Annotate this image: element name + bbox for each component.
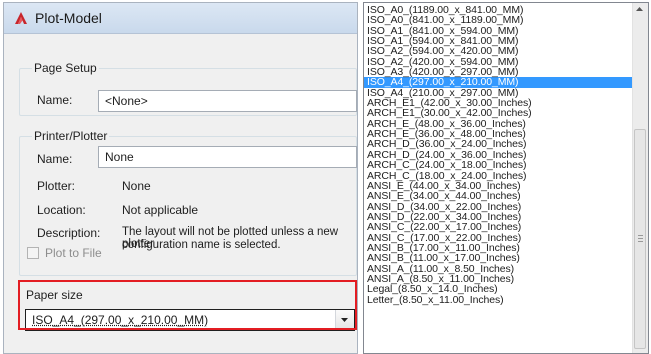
plot-to-file-checkbox-box[interactable] xyxy=(27,247,39,259)
dropdown-item[interactable]: ARCH_C_(24.00_x_18.00_Inches) xyxy=(364,160,633,171)
page-setup-name-label: Name: xyxy=(37,93,73,107)
dropdown-item[interactable]: Letter_(8.50_x_11.00_Inches) xyxy=(364,294,633,305)
location-value: Not applicable xyxy=(122,203,199,217)
printer-name-value: None xyxy=(105,150,134,164)
paper-size-highlight-frame xyxy=(18,280,357,330)
plotter-value: None xyxy=(122,179,151,193)
dialog-title: Plot-Model xyxy=(35,10,102,26)
scroll-grip-icon xyxy=(638,235,643,244)
plotter-label: Plotter: xyxy=(37,179,76,193)
location-label: Location: xyxy=(37,203,86,217)
vertical-scrollbar[interactable] xyxy=(632,3,648,353)
dropdown-item[interactable]: ANSI_C_(22.00_x_17.00_Inches) xyxy=(364,222,633,233)
paper-size-dropdown-list[interactable]: ISO_A0_(1189.00_x_841.00_MM) ISO_A0_(841.… xyxy=(363,2,649,354)
dropdown-items: ISO_A0_(1189.00_x_841.00_MM) ISO_A0_(841.… xyxy=(364,5,633,305)
page-setup-group-label: Page Setup xyxy=(32,61,99,75)
description-line-2: configuration name is selected. xyxy=(122,239,281,251)
printer-name-select[interactable]: None xyxy=(98,146,357,168)
title-bar[interactable]: Plot-Model xyxy=(4,3,357,34)
plot-to-file-label: Plot to File xyxy=(45,246,102,260)
page-setup-name-select[interactable]: <None> xyxy=(98,90,357,112)
scroll-up-arrow-icon[interactable] xyxy=(636,7,643,11)
printer-plotter-group-label: Printer/Plotter xyxy=(32,129,110,143)
description-label: Description: xyxy=(37,226,101,240)
autocad-app-icon xyxy=(15,12,27,24)
scrollbar-thumb[interactable] xyxy=(634,129,646,349)
page-setup-name-value: <None> xyxy=(105,94,148,108)
printer-name-label: Name: xyxy=(37,152,73,166)
dropdown-item[interactable]: ANSI_E_(34.00_x_44.00_Inches) xyxy=(364,191,633,202)
